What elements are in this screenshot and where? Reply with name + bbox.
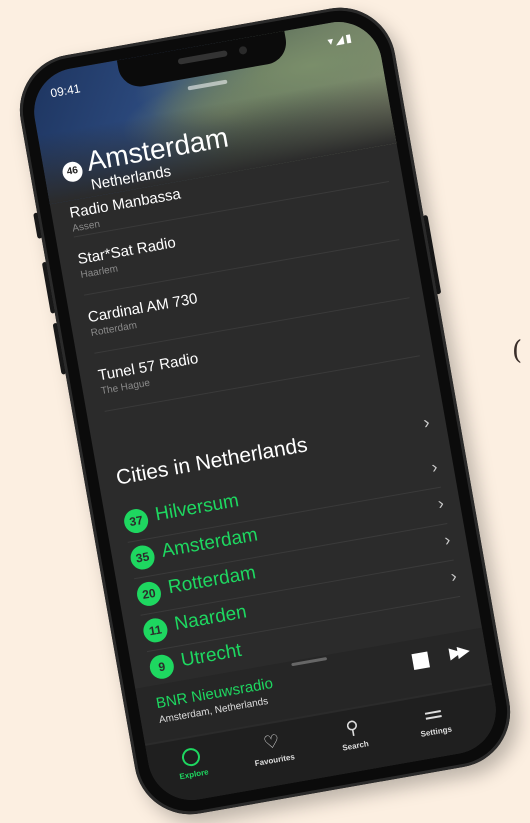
city-station-count: 11 — [141, 615, 170, 644]
front-camera — [238, 45, 248, 55]
speaker — [177, 49, 228, 65]
city-station-count: 9 — [147, 652, 176, 681]
chevron-right-icon[interactable]: › — [422, 411, 432, 433]
chevron-right-icon: › — [430, 456, 439, 477]
city-name: Utrecht — [179, 639, 244, 671]
tab-favourites[interactable]: ♡ Favourites — [235, 723, 310, 770]
station-count-badge: 46 — [60, 159, 85, 183]
city-station-count: 35 — [128, 543, 157, 571]
phone-body: 09:41 ▾◢▮ 46 Amsterdam Netherlands Radio… — [11, 0, 519, 823]
city-station-count: 37 — [122, 506, 151, 535]
chevron-right-icon: › — [449, 565, 459, 586]
city-station-count: 20 — [135, 579, 163, 608]
station-list: Radio Manbassa Assen Star*Sat Radio Haar… — [68, 148, 420, 412]
decorative-bracket: ( — [512, 336, 523, 366]
tab-explore[interactable]: Explore — [154, 738, 229, 785]
phone-mockup: 09:41 ▾◢▮ 46 Amsterdam Netherlands Radio… — [11, 0, 519, 823]
tab-search[interactable]: ⚲ Search — [316, 709, 391, 756]
chevron-right-icon: › — [436, 493, 446, 513]
chevron-right-icon: › — [442, 529, 452, 550]
fast-forward-icon[interactable]: ▶▶ — [448, 640, 468, 663]
stop-button[interactable] — [411, 650, 431, 670]
app-screen: 09:41 ▾◢▮ 46 Amsterdam Netherlands Radio… — [27, 14, 503, 807]
tab-settings[interactable]: Settings — [397, 695, 472, 742]
city-name: Hilversum — [153, 489, 241, 525]
